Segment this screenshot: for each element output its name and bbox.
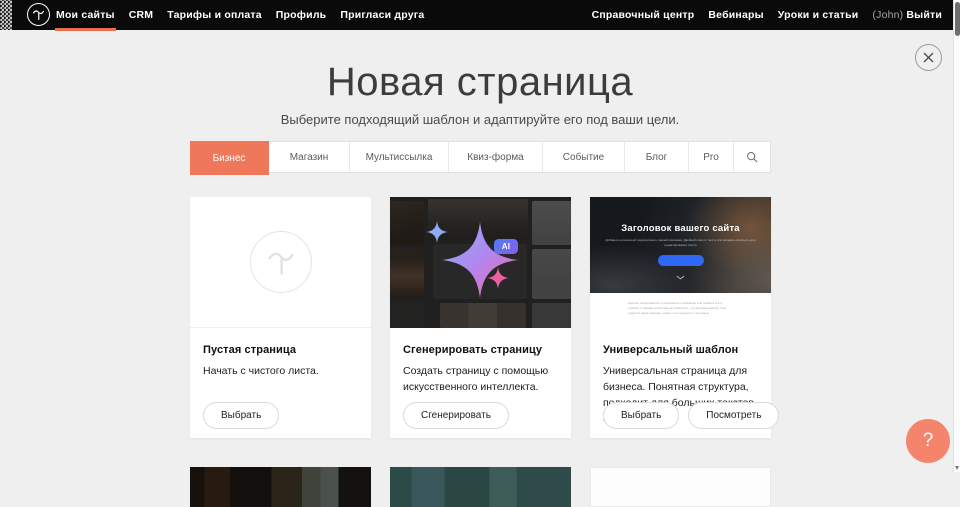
card-title: Сгенерировать страницу xyxy=(403,344,558,356)
nav-item-label: Мои сайты xyxy=(56,9,115,21)
nav-item-label: CRM xyxy=(129,9,154,21)
top-navbar: Мои сайты CRM Тарифы и оплата Профиль Пр… xyxy=(0,0,960,30)
tab-blog[interactable]: Блог xyxy=(625,142,689,172)
preview-heading: Заголовок вашего сайта xyxy=(590,197,771,234)
logout-label: Выйти xyxy=(906,9,942,21)
tab-multilink[interactable]: Мультиссылка xyxy=(350,142,449,172)
tilda-watermark-icon xyxy=(250,231,312,293)
nav-item-profile[interactable]: Профиль xyxy=(275,0,328,30)
site-preview: Заголовок вашего сайта Добавьте интересн… xyxy=(590,197,771,328)
preview-body-text: Коротко представьтесь и расскажите о ком… xyxy=(628,301,730,316)
tab-business[interactable]: Бизнес xyxy=(190,141,269,175)
template-card-ai-generate[interactable]: AI Сгенерировать страницу Создать страни… xyxy=(390,197,571,438)
nav-item-invite-friend[interactable]: Пригласи друга xyxy=(339,0,425,30)
ai-sparkle-small-icon xyxy=(426,221,448,243)
view-button[interactable]: Посмотреть xyxy=(688,402,779,429)
scrollbar[interactable] xyxy=(953,0,960,472)
preview-subtext: Добавьте интересный подзаголовок о вашей… xyxy=(606,238,756,248)
card-info: Универсальный шаблон Универсальная стран… xyxy=(590,328,771,438)
nav-item-my-sites[interactable]: Мои сайты xyxy=(55,0,116,30)
tilda-logo[interactable] xyxy=(27,3,50,26)
nav-item-label: Уроки и статьи xyxy=(778,9,859,21)
blank-preview xyxy=(190,197,371,328)
preview-hero: Заголовок вашего сайта Добавьте интересн… xyxy=(590,197,771,293)
preview-cta-button xyxy=(658,255,704,266)
choose-button[interactable]: Выбрать xyxy=(203,402,279,429)
card-description: Создать страницу с помощью искусственног… xyxy=(403,364,558,396)
template-card-partial[interactable] xyxy=(390,467,571,507)
template-category-tabs: Бизнес Магазин Мультиссылка Квиз-форма С… xyxy=(190,141,771,173)
ai-sparkle-small-icon xyxy=(487,267,509,289)
template-card-blank[interactable]: Пустая страница Начать с чистого листа. … xyxy=(190,197,371,438)
card-title: Универсальный шаблон xyxy=(603,344,758,356)
nav-item-tariffs[interactable]: Тарифы и оплата xyxy=(166,0,263,30)
card-info: Пустая страница Начать с чистого листа. … xyxy=(190,328,371,438)
chevron-down-icon xyxy=(676,275,685,280)
tab-quiz-form[interactable]: Квиз-форма xyxy=(449,142,543,172)
template-card-universal[interactable]: Заголовок вашего сайта Добавьте интересн… xyxy=(590,197,771,438)
active-tab-underline xyxy=(55,28,116,31)
ai-badge: AI xyxy=(494,239,518,254)
page-subtitle: Выберите подходящий шаблон и адаптируйте… xyxy=(0,112,960,127)
tab-shop[interactable]: Магазин xyxy=(269,142,350,172)
scrollbar-thumb[interactable] xyxy=(955,2,960,36)
nav-item-crm[interactable]: CRM xyxy=(128,0,155,30)
user-name: (John) xyxy=(872,9,903,21)
card-description: Начать с чистого листа. xyxy=(203,364,358,380)
nav-item-help-center[interactable]: Справочный центр xyxy=(591,0,696,30)
generate-button[interactable]: Сгенерировать xyxy=(403,402,509,429)
tab-event[interactable]: Событие xyxy=(543,142,625,172)
search-tab[interactable] xyxy=(734,142,770,172)
template-card-partial[interactable] xyxy=(190,467,371,507)
nav-item-webinars[interactable]: Вебинары xyxy=(707,0,764,30)
nav-left-menu: Мои сайты CRM Тарифы и оплата Профиль Пр… xyxy=(55,0,425,30)
edge-texture xyxy=(0,0,12,30)
card-title: Пустая страница xyxy=(203,344,358,356)
choose-button[interactable]: Выбрать xyxy=(603,402,679,429)
tilda-logo-icon xyxy=(32,8,45,21)
help-button[interactable]: ? xyxy=(906,419,950,463)
search-icon xyxy=(746,151,758,163)
nav-item-label: Справочный центр xyxy=(592,9,695,21)
nav-item-label: Пригласи друга xyxy=(340,9,424,21)
tab-pro[interactable]: Pro xyxy=(689,142,734,172)
nav-item-label: Профиль xyxy=(276,9,327,21)
ai-preview: AI xyxy=(390,197,571,328)
card-info: Сгенерировать страницу Создать страницу … xyxy=(390,328,571,438)
nav-item-logout[interactable]: (John) Выйти xyxy=(871,0,943,30)
nav-item-label: Вебинары xyxy=(708,9,763,21)
page-title: Новая страница xyxy=(0,60,960,105)
preview-body: Коротко представьтесь и расскажите о ком… xyxy=(590,301,771,328)
nav-right-menu: Справочный центр Вебинары Уроки и статьи… xyxy=(591,0,943,30)
nav-item-lessons[interactable]: Уроки и статьи xyxy=(777,0,860,30)
scrollbar-arrow-down-icon[interactable] xyxy=(955,466,959,470)
nav-item-label: Тарифы и оплата xyxy=(167,9,262,21)
template-card-partial[interactable] xyxy=(590,467,771,507)
